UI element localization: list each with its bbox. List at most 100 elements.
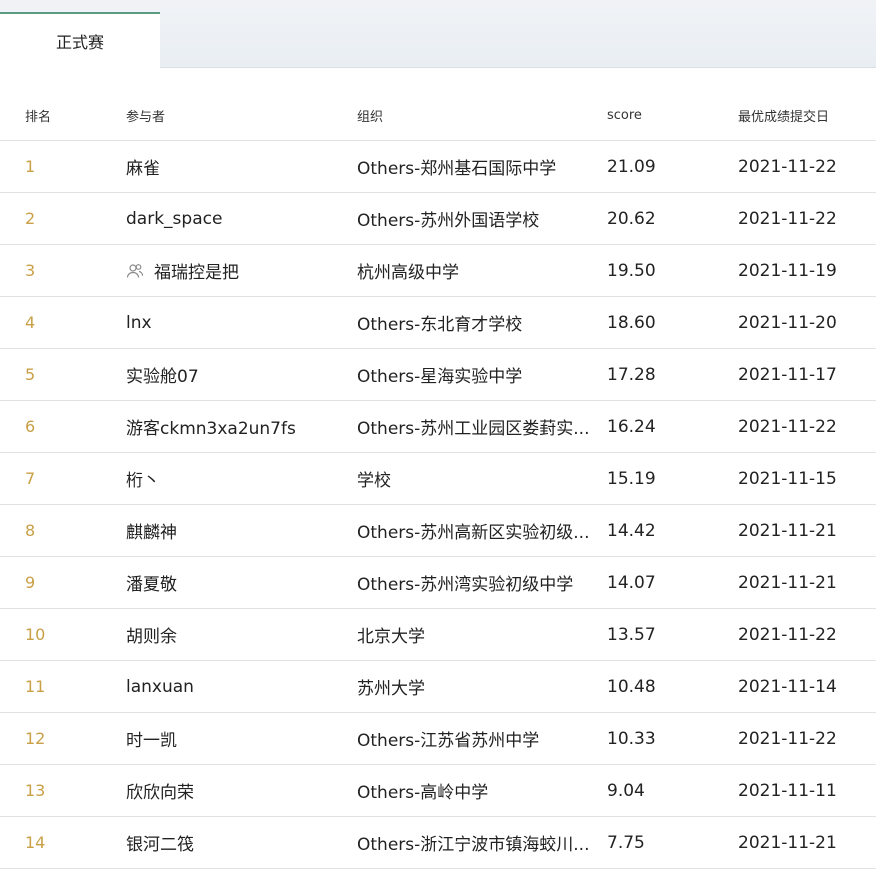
score-cell: 7.75 [607, 817, 717, 868]
table-row: 14 银河二筏 Others-浙江宁波市镇海蛟川... 7.75 2021-11-21 [0, 817, 876, 869]
rank-number: 13 [25, 781, 46, 800]
score-cell: 10.48 [607, 661, 717, 712]
score-cell: 21.09 [607, 141, 717, 192]
organization-cell: Others-浙江宁波市镇海蛟川... [357, 817, 597, 868]
score-cell: 17.28 [607, 349, 717, 400]
best-submit-date: 2021-11-22 [738, 624, 837, 645]
table-row: 10 胡则余 北京大学 13.57 2021-11-22 [0, 609, 876, 661]
participant-name[interactable]: dark_space [126, 209, 222, 229]
date-cell: 2021-11-11 [738, 765, 868, 816]
score-value: 16.24 [607, 416, 656, 437]
organization-cell: 杭州高级中学 [357, 245, 597, 296]
organization-cell: Others-江苏省苏州中学 [357, 713, 597, 764]
score-cell: 13.57 [607, 609, 717, 660]
organization-name: 学校 [357, 471, 391, 491]
participant-cell: lanxuan [126, 661, 346, 712]
best-submit-date: 2021-11-20 [738, 312, 837, 333]
organization-name: Others-苏州外国语学校 [357, 211, 540, 231]
date-cell: 2021-11-17 [738, 349, 868, 400]
best-submit-date: 2021-11-22 [738, 156, 837, 177]
rank-cell: 14 [25, 817, 105, 868]
rank-cell: 12 [25, 713, 105, 764]
score-value: 10.33 [607, 728, 656, 749]
rank-number: 5 [25, 365, 36, 384]
participant-name[interactable]: 麒麟神 [126, 518, 177, 543]
best-submit-date: 2021-11-14 [738, 676, 837, 697]
participant-name[interactable]: 桁丶 [126, 466, 160, 491]
date-cell: 2021-11-21 [738, 817, 868, 868]
score-value: 13.57 [607, 624, 656, 645]
score-cell: 20.62 [607, 193, 717, 244]
participant-name[interactable]: 游客ckmn3xa2un7fs [126, 414, 296, 439]
organization-name: 北京大学 [357, 627, 425, 647]
rank-number: 10 [25, 625, 46, 644]
header-score: score [607, 107, 642, 123]
table-row: 11 lanxuan 苏州大学 10.48 2021-11-14 [0, 661, 876, 713]
score-cell: 9.04 [607, 765, 717, 816]
rank-number: 6 [25, 417, 36, 436]
participant-name[interactable]: 胡则余 [126, 622, 177, 647]
team-users-icon [126, 262, 144, 280]
organization-name: Others-苏州湾实验初级中学 [357, 575, 574, 595]
rank-number: 4 [25, 313, 36, 332]
date-cell: 2021-11-21 [738, 557, 868, 608]
participant-name[interactable]: 银河二筏 [126, 830, 194, 855]
organization-cell: Others-苏州高新区实验初级... [357, 505, 597, 556]
participant-cell: 实验舱07 [126, 349, 346, 400]
score-cell: 19.50 [607, 245, 717, 296]
participant-cell: 福瑞控是把 [126, 245, 346, 296]
participant-cell: 桁丶 [126, 453, 346, 504]
leaderboard-table: 排名 参与者 组织 score 最优成绩提交日 1 麻雀 Others-郑州基石国际… [0, 90, 876, 869]
participant-name[interactable]: 麻雀 [126, 154, 160, 179]
tab-bar: 正式赛 [0, 0, 876, 68]
participant-name[interactable]: 实验舱07 [126, 362, 199, 387]
date-cell: 2021-11-14 [738, 661, 868, 712]
header-rank: 排名 [25, 109, 52, 125]
best-submit-date: 2021-11-22 [738, 728, 837, 749]
table-body: 1 麻雀 Others-郑州基石国际中学 21.09 2021-11-22 2 dark_s… [0, 141, 876, 869]
rank-number: 8 [25, 521, 36, 540]
score-value: 21.09 [607, 156, 656, 177]
tab-formal-match[interactable]: 正式赛 [0, 12, 160, 68]
participant-name[interactable]: 时一凯 [126, 726, 177, 751]
score-value: 15.19 [607, 468, 656, 489]
participant-name[interactable]: lanxuan [126, 677, 194, 697]
date-cell: 2021-11-20 [738, 297, 868, 348]
table-row: 12 时一凯 Others-江苏省苏州中学 10.33 2021-11-22 [0, 713, 876, 765]
score-value: 17.28 [607, 364, 656, 385]
date-cell: 2021-11-19 [738, 245, 868, 296]
organization-cell: Others-苏州湾实验初级中学 [357, 557, 597, 608]
rank-cell: 2 [25, 193, 105, 244]
participant-name[interactable]: 福瑞控是把 [154, 258, 239, 283]
participant-name[interactable]: 欣欣向荣 [126, 778, 194, 803]
rank-cell: 4 [25, 297, 105, 348]
score-value: 9.04 [607, 780, 645, 801]
table-row: 8 麒麟神 Others-苏州高新区实验初级... 14.42 2021-11-21 [0, 505, 876, 557]
best-submit-date: 2021-11-11 [738, 780, 837, 801]
organization-cell: Others-苏州外国语学校 [357, 193, 597, 244]
date-cell: 2021-11-15 [738, 453, 868, 504]
organization-name: Others-星海实验中学 [357, 367, 523, 387]
organization-name: Others-郑州基石国际中学 [357, 159, 557, 179]
organization-cell: Others-高岭中学 [357, 765, 597, 816]
score-value: 20.62 [607, 208, 656, 229]
table-row: 9 潘夏敬 Others-苏州湾实验初级中学 14.07 2021-11-21 [0, 557, 876, 609]
table-row: 4 lnx Others-东北育才学校 18.60 2021-11-20 [0, 297, 876, 349]
score-cell: 10.33 [607, 713, 717, 764]
organization-name: Others-苏州高新区实验初级... [357, 523, 590, 543]
date-cell: 2021-11-22 [738, 401, 868, 452]
score-value: 14.42 [607, 520, 656, 541]
participant-name[interactable]: lnx [126, 313, 152, 333]
best-submit-date: 2021-11-21 [738, 572, 837, 593]
date-cell: 2021-11-22 [738, 193, 868, 244]
rank-cell: 3 [25, 245, 105, 296]
participant-name[interactable]: 潘夏敬 [126, 570, 177, 595]
score-value: 19.50 [607, 260, 656, 281]
participant-cell: 欣欣向荣 [126, 765, 346, 816]
organization-cell: Others-东北育才学校 [357, 297, 597, 348]
participant-cell: 麒麟神 [126, 505, 346, 556]
rank-number: 3 [25, 261, 36, 280]
organization-name: Others-东北育才学校 [357, 315, 523, 335]
table-row: 6 游客ckmn3xa2un7fs Others-苏州工业园区娄葑实... 16.24… [0, 401, 876, 453]
table-row: 7 桁丶 学校 15.19 2021-11-15 [0, 453, 876, 505]
